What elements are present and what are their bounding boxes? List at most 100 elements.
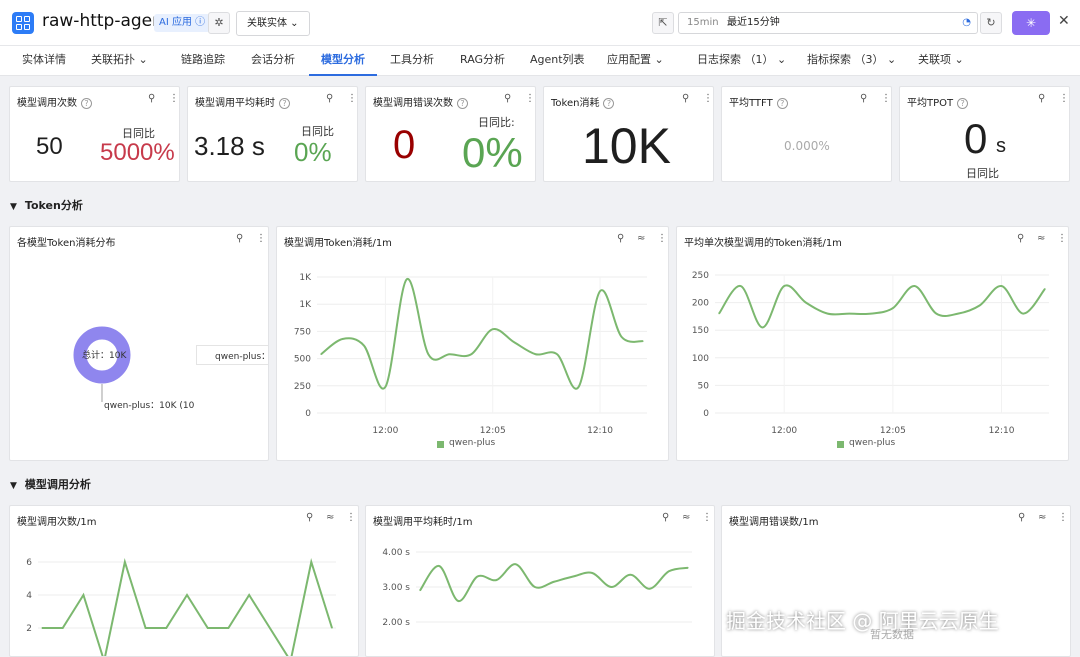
y-tick-label: 250 bbox=[294, 382, 311, 392]
tab-session[interactable]: 会话分析 bbox=[251, 46, 295, 76]
refresh-icon[interactable]: ↻ bbox=[980, 12, 1002, 34]
pin-icon[interactable]: ⚲ bbox=[326, 93, 333, 104]
y-tick-label: 50 bbox=[698, 381, 710, 391]
help-icon[interactable]: ? bbox=[279, 98, 290, 109]
y-tick-label: 1K bbox=[299, 273, 312, 283]
tab-model-analysis[interactable]: 模型分析 bbox=[309, 46, 377, 76]
data-point bbox=[427, 353, 429, 355]
more-icon[interactable]: ⋮ bbox=[1059, 93, 1069, 104]
tab-entity-detail[interactable]: 实体详情 bbox=[22, 46, 66, 76]
time-range-picker[interactable]: 15min 最近15分钟 ◔ bbox=[678, 12, 978, 34]
data-point bbox=[449, 353, 451, 355]
pin-icon[interactable]: ⚲ bbox=[860, 93, 867, 104]
tab-app-config[interactable]: 应用配置 ⌄ bbox=[607, 46, 664, 76]
data-point bbox=[591, 572, 593, 574]
data-point bbox=[186, 594, 188, 596]
help-icon[interactable]: ? bbox=[603, 98, 615, 109]
kpi-value: 0.000% bbox=[784, 139, 830, 153]
tab-agent-list[interactable]: Agent列表 bbox=[530, 46, 585, 76]
legend-swatch bbox=[437, 441, 444, 448]
kpi-title: 模型调用次数 bbox=[17, 98, 77, 109]
data-point bbox=[649, 588, 651, 590]
data-point bbox=[82, 594, 85, 596]
data-point bbox=[629, 574, 632, 576]
section-token-header[interactable]: ▼ Token分析 bbox=[10, 197, 83, 213]
data-point bbox=[957, 313, 959, 315]
legend-item[interactable]: qwen-plus bbox=[449, 438, 495, 448]
more-icon[interactable]: ⋮ bbox=[169, 93, 179, 104]
help-icon[interactable]: ? bbox=[81, 98, 92, 109]
y-tick-label: 250 bbox=[692, 271, 709, 281]
pin-icon[interactable]: ⚲ bbox=[504, 93, 511, 104]
data-point bbox=[534, 586, 536, 588]
tab-metric-explore[interactable]: 指标探索 （3） ⌄ bbox=[807, 46, 896, 76]
pin-icon[interactable]: ⚲ bbox=[1038, 93, 1045, 104]
data-point bbox=[620, 336, 623, 338]
data-point bbox=[553, 581, 555, 583]
legend-item[interactable]: qwen-plus bbox=[849, 438, 895, 448]
data-point bbox=[310, 561, 312, 563]
data-point bbox=[599, 290, 601, 292]
ai-assistant-button[interactable]: ✳ bbox=[1012, 11, 1050, 35]
series-line-qwen-plus bbox=[320, 278, 644, 390]
kpi-value: 0 bbox=[393, 123, 416, 167]
data-point bbox=[384, 386, 386, 388]
caret-down-icon: ▼ bbox=[10, 481, 17, 491]
pin-icon[interactable]: ⚲ bbox=[682, 93, 689, 104]
legend-swatch bbox=[837, 441, 844, 448]
y-tick-label: 0 bbox=[703, 409, 709, 419]
x-tick-label: 12:10 bbox=[989, 426, 1015, 436]
more-icon[interactable]: ⋮ bbox=[525, 93, 535, 104]
data-point bbox=[513, 341, 515, 343]
ai-app-badge[interactable]: AI 应用 ⓘ bbox=[154, 14, 211, 32]
x-tick-label: 12:10 bbox=[587, 426, 613, 436]
more-icon[interactable]: ⋮ bbox=[881, 93, 891, 104]
legend-item[interactable]: qwen-plus： bbox=[215, 349, 268, 362]
data-point bbox=[457, 600, 459, 602]
more-icon[interactable]: ⋮ bbox=[347, 93, 357, 104]
more-icon[interactable]: ⋮ bbox=[703, 93, 713, 104]
app-title: raw-http-agent bbox=[42, 11, 170, 31]
more-icon[interactable]: ⋮ bbox=[1058, 512, 1068, 523]
pin-icon[interactable]: ⚲ bbox=[1018, 512, 1025, 523]
data-point bbox=[572, 575, 574, 578]
y-tick-label: 6 bbox=[26, 558, 32, 568]
open-external-icon[interactable]: ⇱ bbox=[652, 12, 674, 34]
tab-topology[interactable]: 关联拓扑 ⌄ bbox=[91, 46, 148, 76]
data-point bbox=[341, 338, 344, 340]
related-entity-dropdown[interactable]: 关联实体 ⌄ bbox=[236, 11, 310, 36]
tab-rag-analysis[interactable]: RAG分析 bbox=[460, 46, 505, 76]
close-icon[interactable]: ✕ bbox=[1058, 13, 1070, 29]
data-point bbox=[935, 313, 937, 315]
data-point bbox=[124, 561, 126, 563]
x-tick-label: 12:00 bbox=[771, 426, 797, 436]
chart-type-icon[interactable]: ≈ bbox=[1038, 512, 1046, 523]
help-icon[interactable]: ? bbox=[457, 98, 468, 109]
clock-icon[interactable]: ◔ bbox=[962, 13, 971, 33]
section-model-call-header[interactable]: ▼ 模型调用分析 bbox=[10, 476, 91, 492]
tab-related-items[interactable]: 关联项 ⌄ bbox=[918, 46, 964, 76]
data-point bbox=[419, 589, 421, 592]
x-tick-label: 12:00 bbox=[372, 426, 398, 436]
data-point bbox=[331, 627, 333, 629]
data-point bbox=[535, 353, 537, 355]
help-icon[interactable]: ? bbox=[776, 98, 788, 109]
data-point bbox=[761, 326, 764, 329]
line-chart: 0 50 100 150 200 250 12:00 12:05 12:10 bbox=[692, 271, 1049, 436]
data-point bbox=[827, 313, 829, 315]
pin-icon[interactable]: ⚲ bbox=[148, 93, 155, 104]
help-icon[interactable]: ? bbox=[957, 98, 969, 109]
pin-icon[interactable]: ✲ bbox=[208, 12, 230, 34]
card-title: 模型调用错误数/1m bbox=[729, 517, 819, 528]
kpi-title: 模型调用平均耗时 bbox=[195, 98, 275, 109]
caret-down-icon: ▼ bbox=[10, 202, 17, 212]
line-chart: 2.00 s 3.00 s 4.00 s bbox=[382, 548, 692, 628]
tab-log-explore[interactable]: 日志探索 （1） ⌄ bbox=[697, 46, 786, 76]
data-point bbox=[62, 627, 64, 629]
y-tick-label: 2 bbox=[26, 624, 32, 634]
tab-trace[interactable]: 链路追踪 bbox=[181, 46, 225, 76]
tab-tool-analysis[interactable]: 工具分析 bbox=[390, 46, 434, 76]
data-point bbox=[476, 575, 479, 578]
section-title: Token分析 bbox=[24, 199, 83, 212]
data-point bbox=[578, 386, 580, 388]
